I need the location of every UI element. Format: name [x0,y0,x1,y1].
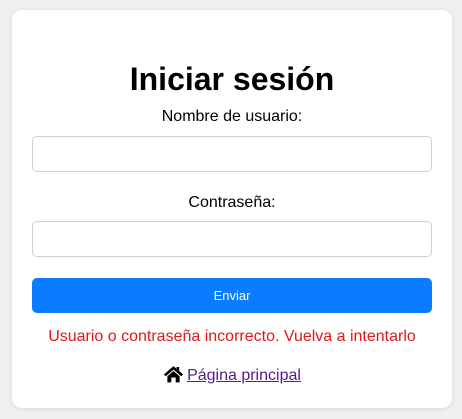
username-input[interactable] [32,136,432,172]
login-card: Iniciar sesión Nombre de usuario: Contra… [12,10,452,408]
username-label: Nombre de usuario: [161,108,303,125]
submit-button[interactable]: Enviar [32,278,432,313]
password-input[interactable] [32,221,432,257]
home-icon [163,366,184,383]
home-link[interactable]: Página principal [187,367,301,384]
password-label: Contraseña: [188,194,276,211]
page-title: Iniciar sesión [129,61,335,97]
home-link-row: Página principal [12,365,452,387]
error-message: Usuario o contraseña incorrecto. Vuelva … [48,328,416,345]
